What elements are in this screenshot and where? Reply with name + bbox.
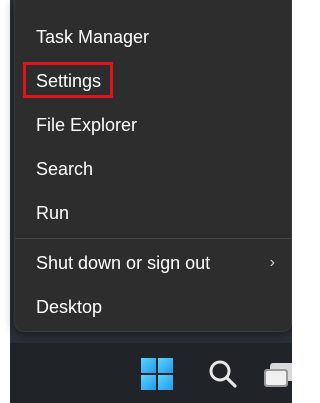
menu-item-label: Desktop (36, 297, 103, 317)
windows-start-icon[interactable] (140, 357, 174, 391)
menu-item-search[interactable]: Search (15, 149, 291, 189)
taskbar (10, 343, 292, 403)
task-view-icon[interactable] (262, 357, 292, 391)
search-icon[interactable] (206, 357, 240, 391)
search-icon-graphic (209, 360, 237, 388)
menu-item-label: Settings (36, 71, 102, 91)
windows-logo-pane (158, 358, 173, 373)
screen: Task Manager Settings File Explorer Sear… (0, 0, 292, 403)
quick-link-menu: Task Manager Settings File Explorer Sear… (14, 0, 292, 332)
menu-item-settings[interactable]: Settings (15, 61, 291, 101)
menu-item-shut-down-or-sign-out[interactable]: Shut down or sign out › (15, 243, 291, 283)
windows-logo-pane (158, 375, 173, 390)
menu-item-task-manager[interactable]: Task Manager (15, 17, 291, 57)
menu-item-label: Search (36, 159, 94, 179)
menu-item-desktop[interactable]: Desktop (15, 287, 291, 327)
menu-item-label: Shut down or sign out (36, 253, 211, 273)
windows-logo-pane (141, 358, 156, 373)
menu-item-label: Run (36, 203, 70, 223)
windows-logo-pane (141, 375, 156, 390)
chevron-right-icon: › (269, 254, 275, 271)
menu-item-file-explorer[interactable]: File Explorer (15, 105, 291, 145)
task-view-icon-graphic (264, 363, 292, 387)
menu-item-label: Task Manager (36, 27, 150, 47)
menu-item-label: File Explorer (36, 115, 138, 135)
menu-item-run[interactable]: Run (15, 193, 291, 233)
menu-separator (15, 238, 291, 239)
